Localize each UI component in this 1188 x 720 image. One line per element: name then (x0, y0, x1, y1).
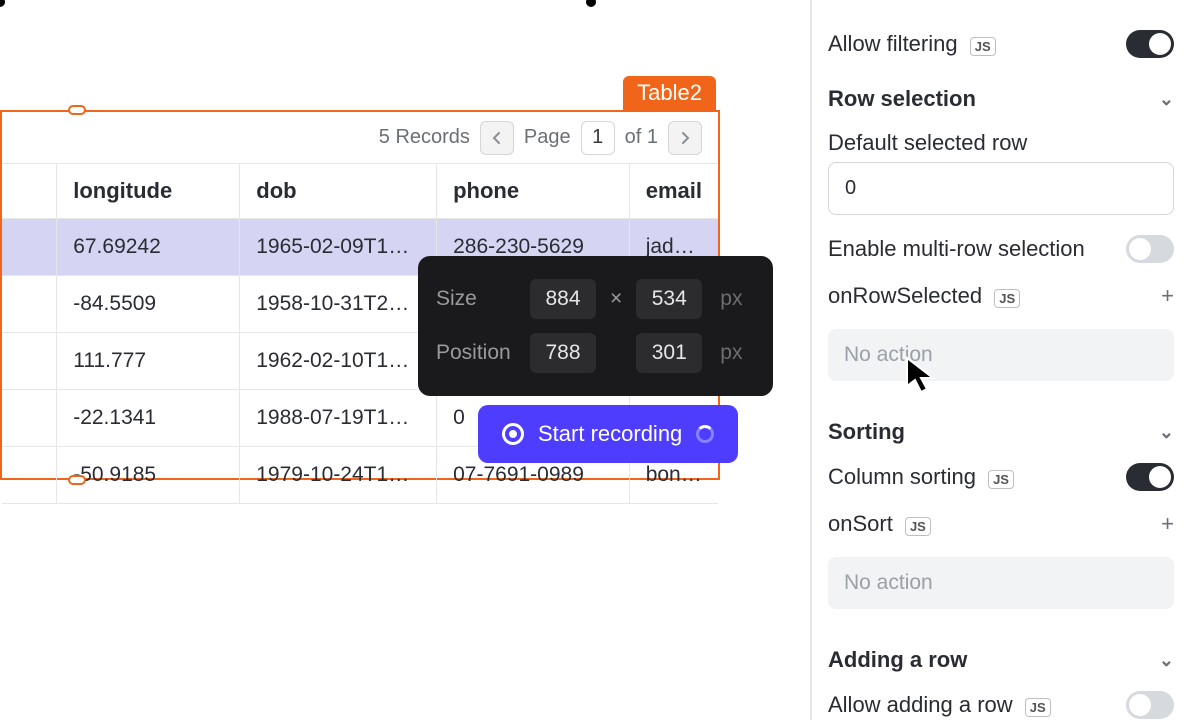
default-selected-row-input[interactable] (828, 162, 1174, 215)
table-cell[interactable]: 1958-10-31T22:4... (240, 276, 437, 333)
add-action-button[interactable]: + (1161, 283, 1174, 309)
table-cell[interactable]: 67.69242 (57, 219, 240, 276)
table-cell[interactable]: 1962-02-10T16:0... (240, 333, 437, 390)
table-cell[interactable]: 1988-07-19T14:2... (240, 390, 437, 447)
on-sort-label: onSort JS (828, 511, 931, 537)
size-unit: px (716, 287, 742, 311)
chevron-down-icon: ⌄ (1159, 422, 1174, 443)
chevron-right-icon (679, 131, 691, 145)
column-header[interactable]: longitude (57, 164, 240, 219)
table-cell[interactable]: 111.777 (57, 333, 240, 390)
current-page[interactable]: 1 (581, 121, 615, 155)
allow-adding-row-toggle[interactable] (1126, 691, 1174, 719)
prev-page-button[interactable] (480, 121, 514, 155)
edge-dot (0, 0, 5, 7)
add-action-button[interactable]: + (1161, 511, 1174, 537)
table-cell[interactable]: -84.5509 (57, 276, 240, 333)
properties-panel: Allow filtering JS Row selection ⌄ Defau… (814, 0, 1188, 720)
start-recording-button[interactable]: Start recording (478, 405, 738, 463)
on-row-selected-action[interactable]: No action (828, 329, 1174, 381)
next-page-button[interactable] (668, 121, 702, 155)
of-label: of 1 (625, 126, 658, 149)
size-width-input[interactable]: 884 (530, 279, 596, 319)
row-select-cell[interactable] (2, 447, 57, 504)
resize-handle-bottom[interactable] (68, 475, 86, 485)
pagination-bar: 5 Records Page 1 of 1 (2, 112, 718, 164)
allow-filtering-label: Allow filtering JS (828, 31, 996, 57)
row-select-header (2, 164, 57, 219)
js-badge[interactable]: JS (970, 37, 996, 56)
row-select-cell[interactable] (2, 276, 57, 333)
js-badge[interactable]: JS (988, 470, 1014, 489)
size-position-popover[interactable]: Size 884 × 534 px Position 788 × 301 px (418, 256, 773, 396)
column-header[interactable]: dob (240, 164, 437, 219)
multi-row-toggle[interactable] (1126, 235, 1174, 263)
chevron-down-icon: ⌄ (1159, 650, 1174, 671)
record-icon (502, 423, 524, 445)
table-cell[interactable]: -50.9185 (57, 447, 240, 504)
js-badge[interactable]: JS (994, 289, 1020, 308)
widget-label[interactable]: Table2 (623, 76, 716, 114)
js-badge[interactable]: JS (1025, 698, 1051, 717)
row-selection-section[interactable]: Row selection ⌄ (828, 68, 1174, 120)
table-cell[interactable]: 1965-02-09T17:2... (240, 219, 437, 276)
canvas: Table2 5 Records Page 1 of 1 longitude (0, 0, 812, 720)
page-label: Page (524, 126, 571, 149)
position-x-input[interactable]: 788 (530, 333, 596, 373)
default-selected-row-label: Default selected row (828, 130, 1027, 156)
column-header[interactable]: phone (437, 164, 630, 219)
records-count: 5 Records (379, 126, 470, 149)
dimension-separator: × (610, 287, 622, 311)
table-cell[interactable]: 1979-10-24T17:5... (240, 447, 437, 504)
column-header[interactable]: email (629, 164, 718, 219)
chevron-left-icon (491, 131, 503, 145)
column-sorting-toggle[interactable] (1126, 463, 1174, 491)
size-label: Size (436, 287, 516, 311)
sorting-section[interactable]: Sorting ⌄ (828, 401, 1174, 453)
row-select-cell[interactable] (2, 219, 57, 276)
adding-row-section[interactable]: Adding a row ⌄ (828, 629, 1174, 681)
on-sort-action[interactable]: No action (828, 557, 1174, 609)
spinner-icon (696, 425, 714, 443)
js-badge[interactable]: JS (905, 517, 931, 536)
record-label: Start recording (538, 421, 682, 447)
size-height-input[interactable]: 534 (636, 279, 702, 319)
position-unit: px (716, 341, 742, 365)
on-row-selected-label: onRowSelected JS (828, 283, 1020, 309)
table-header-row: longitude dob phone email (2, 164, 718, 219)
table-cell[interactable]: -22.1341 (57, 390, 240, 447)
chevron-down-icon: ⌄ (1159, 89, 1174, 110)
row-select-cell[interactable] (2, 390, 57, 447)
allow-filtering-toggle[interactable] (1126, 30, 1174, 58)
resize-handle-top[interactable] (68, 105, 86, 115)
multi-row-label: Enable multi-row selection (828, 236, 1085, 262)
position-label: Position (436, 341, 516, 365)
allow-adding-row-label: Allow adding a row JS (828, 692, 1051, 718)
position-y-input[interactable]: 301 (636, 333, 702, 373)
row-select-cell[interactable] (2, 333, 57, 390)
column-sorting-label: Column sorting JS (828, 464, 1014, 490)
edge-dot (586, 0, 596, 7)
